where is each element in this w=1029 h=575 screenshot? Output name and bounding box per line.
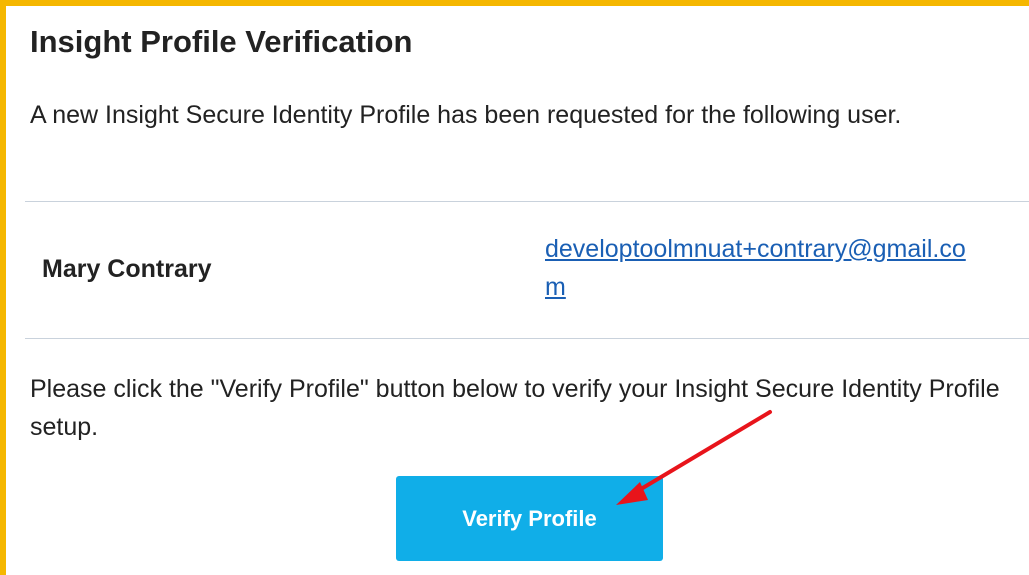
divider-top	[25, 201, 1029, 202]
divider-bottom	[25, 338, 1029, 339]
intro-text: A new Insight Secure Identity Profile ha…	[30, 101, 902, 129]
user-email-link[interactable]: developtoolmnuat+contrary@gmail.com	[545, 230, 985, 306]
user-name: Mary Contrary	[42, 255, 212, 283]
verify-profile-button[interactable]: Verify Profile	[396, 476, 663, 561]
instructions-text: Please click the "Verify Profile" button…	[30, 375, 1000, 441]
email-card: Insight Profile Verification A new Insig…	[25, 0, 1029, 575]
page-title: Insight Profile Verification	[30, 24, 413, 59]
